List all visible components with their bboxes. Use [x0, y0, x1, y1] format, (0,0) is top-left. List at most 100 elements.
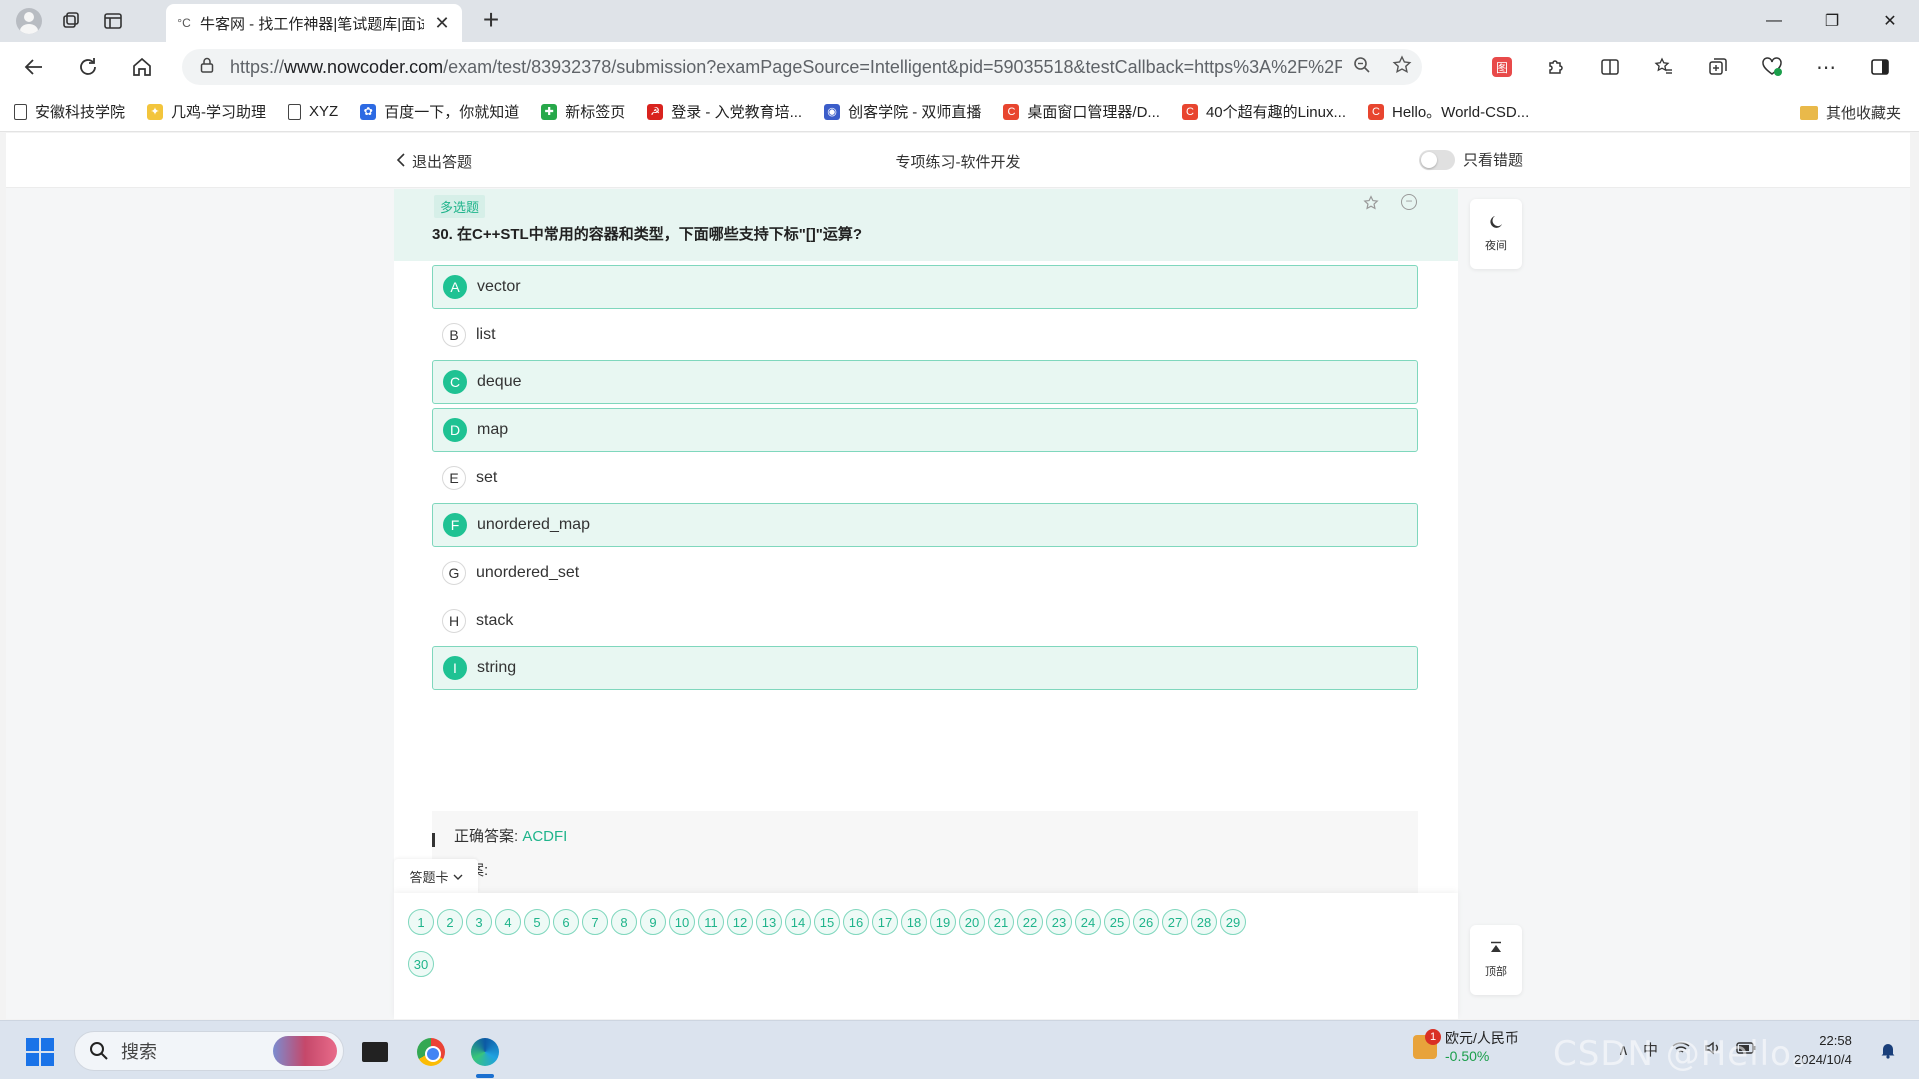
vertical-tabs-button[interactable] [94, 2, 132, 40]
page-header: 退出答题 专项练习-软件开发 只看错题 [6, 133, 1910, 188]
tab-close-icon[interactable]: ✕ [432, 13, 452, 34]
option-text: set [476, 469, 498, 486]
answer-sheet-number[interactable]: 9 [640, 909, 666, 935]
answer-sheet-number[interactable]: 13 [756, 909, 782, 935]
bookmark-item[interactable]: C 桌面窗口管理器/D... [1003, 101, 1160, 122]
answer-sheet-number[interactable]: 10 [669, 909, 695, 935]
tab-actions-icon [104, 13, 122, 29]
wrong-only-toggle[interactable] [1419, 149, 1455, 170]
other-favorites-folder[interactable]: 其他收藏夹 [1799, 102, 1901, 123]
bookmark-item[interactable]: 安徽科技学院 [14, 101, 125, 122]
option-h[interactable]: Hstack [432, 599, 1418, 643]
answer-sheet-number[interactable]: 17 [872, 909, 898, 935]
chrome-icon [417, 1038, 445, 1066]
bookmark-item[interactable]: ✦ 几鸡-学习助理 [147, 101, 266, 122]
browser-navbar: https://www.nowcoder.com/exam/test/83932… [0, 42, 1919, 92]
chevron-down-icon [453, 869, 463, 884]
answer-sheet-number[interactable]: 26 [1133, 909, 1159, 935]
option-a[interactable]: Avector [432, 265, 1418, 309]
csdn-icon: C [1003, 103, 1020, 120]
option-e[interactable]: Eset [432, 456, 1418, 500]
option-g[interactable]: Gunordered_set [432, 551, 1418, 595]
home-icon[interactable] [122, 47, 162, 87]
bookmark-item[interactable]: XYZ [288, 103, 338, 120]
taskbar-edge[interactable] [466, 1033, 504, 1071]
answer-sheet-number[interactable]: 29 [1220, 909, 1246, 935]
bookmark-item[interactable]: ✚ 新标签页 [541, 101, 625, 122]
answer-sheet-number[interactable]: 4 [495, 909, 521, 935]
workspaces-button[interactable] [52, 2, 90, 40]
back-arrow-icon[interactable] [14, 47, 54, 87]
extension-red-button[interactable]: 图 [1480, 46, 1524, 88]
fx-widget[interactable]: 1 欧元/人民币 -0.50% [1413, 1029, 1519, 1065]
favorites-list-icon[interactable] [1642, 46, 1686, 88]
browser-essentials-icon[interactable] [1750, 46, 1794, 88]
bookmark-item[interactable]: ✿ 百度一下，你就知道 [360, 101, 519, 122]
answer-sheet-number[interactable]: 16 [843, 909, 869, 935]
answer-sheet-number[interactable]: 3 [466, 909, 492, 935]
back-to-top-button[interactable]: 顶部 [1470, 925, 1522, 995]
answer-sheet-number[interactable]: 21 [988, 909, 1014, 935]
collections-icon[interactable] [1696, 46, 1740, 88]
remove-circle-icon[interactable]: − [1401, 194, 1417, 210]
restore-button[interactable]: ❐ [1803, 0, 1861, 42]
bookmark-star-icon[interactable] [1363, 195, 1379, 216]
profile-button[interactable] [10, 2, 48, 40]
refresh-icon[interactable] [68, 47, 108, 87]
taskbar-search[interactable]: 搜索 [74, 1031, 344, 1071]
taskbar-chrome[interactable] [412, 1033, 450, 1071]
answer-sheet-number[interactable]: 2 [437, 909, 463, 935]
favorite-star-icon[interactable] [1382, 54, 1422, 80]
bookmark-label: 40个超有趣的Linux... [1205, 104, 1346, 121]
answer-sheet-number[interactable]: 5 [524, 909, 550, 935]
browser-tab-active[interactable]: °C 牛客网 - 找工作神器|笔试题库|面试 ✕ [166, 4, 462, 42]
bookmark-item[interactable]: C 40个超有趣的Linux... [1181, 101, 1346, 122]
answer-sheet-number[interactable]: 7 [582, 909, 608, 935]
url-host: www.nowcoder.com [284, 56, 444, 77]
answer-sheet-number[interactable]: 6 [553, 909, 579, 935]
windows-start-icon[interactable] [26, 1038, 54, 1066]
answer-bar-marker [432, 833, 435, 847]
new-tab-button[interactable]: + [476, 6, 506, 36]
answer-sheet-number[interactable]: 15 [814, 909, 840, 935]
url-text[interactable]: https://www.nowcoder.com/exam/test/83932… [230, 57, 1342, 78]
close-window-button[interactable]: ✕ [1861, 0, 1919, 42]
answer-sheet-tab[interactable]: 答题卡 [394, 859, 478, 893]
more-menu-icon[interactable]: ⋯ [1804, 46, 1848, 88]
answer-sheet-number[interactable]: 11 [698, 909, 724, 935]
minimize-button[interactable]: — [1745, 0, 1803, 42]
answer-sheet-number[interactable]: 8 [611, 909, 637, 935]
answer-sheet-number[interactable]: 28 [1191, 909, 1217, 935]
lock-icon[interactable] [200, 57, 216, 77]
bookmark-item[interactable]: ◉ 创客学院 - 双师直播 [824, 101, 981, 122]
option-i[interactable]: Istring [432, 646, 1418, 690]
answer-sheet-number[interactable]: 30 [408, 951, 434, 977]
night-mode-button[interactable]: 夜间 [1470, 199, 1522, 269]
answer-sheet-number[interactable]: 27 [1162, 909, 1188, 935]
option-c[interactable]: Cdeque [432, 360, 1418, 404]
address-bar[interactable]: https://www.nowcoder.com/exam/test/83932… [182, 49, 1422, 85]
nowcoder-favicon-icon: °C [177, 16, 191, 30]
extension-red-icon: 图 [1492, 57, 1512, 77]
answer-sheet-number[interactable]: 23 [1046, 909, 1072, 935]
bookmark-item[interactable]: C Hello。World-CSD... [1368, 101, 1529, 122]
answer-sheet-number[interactable]: 20 [959, 909, 985, 935]
answer-sheet-number[interactable]: 19 [930, 909, 956, 935]
answer-sheet-number[interactable]: 18 [901, 909, 927, 935]
option-f[interactable]: Funordered_map [432, 503, 1418, 547]
baidu-paw-icon: ✿ [360, 103, 377, 120]
option-b[interactable]: Blist [432, 313, 1418, 357]
split-screen-icon[interactable] [1588, 46, 1632, 88]
answer-sheet-number[interactable]: 25 [1104, 909, 1130, 935]
zoom-icon[interactable] [1342, 56, 1382, 79]
taskbar-file-explorer[interactable] [356, 1033, 394, 1071]
answer-sheet-number[interactable]: 22 [1017, 909, 1043, 935]
extensions-puzzle-icon[interactable] [1534, 46, 1578, 88]
option-d[interactable]: Dmap [432, 408, 1418, 452]
answer-sheet-number[interactable]: 24 [1075, 909, 1101, 935]
answer-sheet-number[interactable]: 14 [785, 909, 811, 935]
sidebar-toggle-icon[interactable] [1858, 46, 1902, 88]
answer-sheet-number[interactable]: 1 [408, 909, 434, 935]
answer-sheet-number[interactable]: 12 [727, 909, 753, 935]
bookmark-item[interactable]: ☭ 登录 - 入党教育培... [647, 101, 802, 122]
